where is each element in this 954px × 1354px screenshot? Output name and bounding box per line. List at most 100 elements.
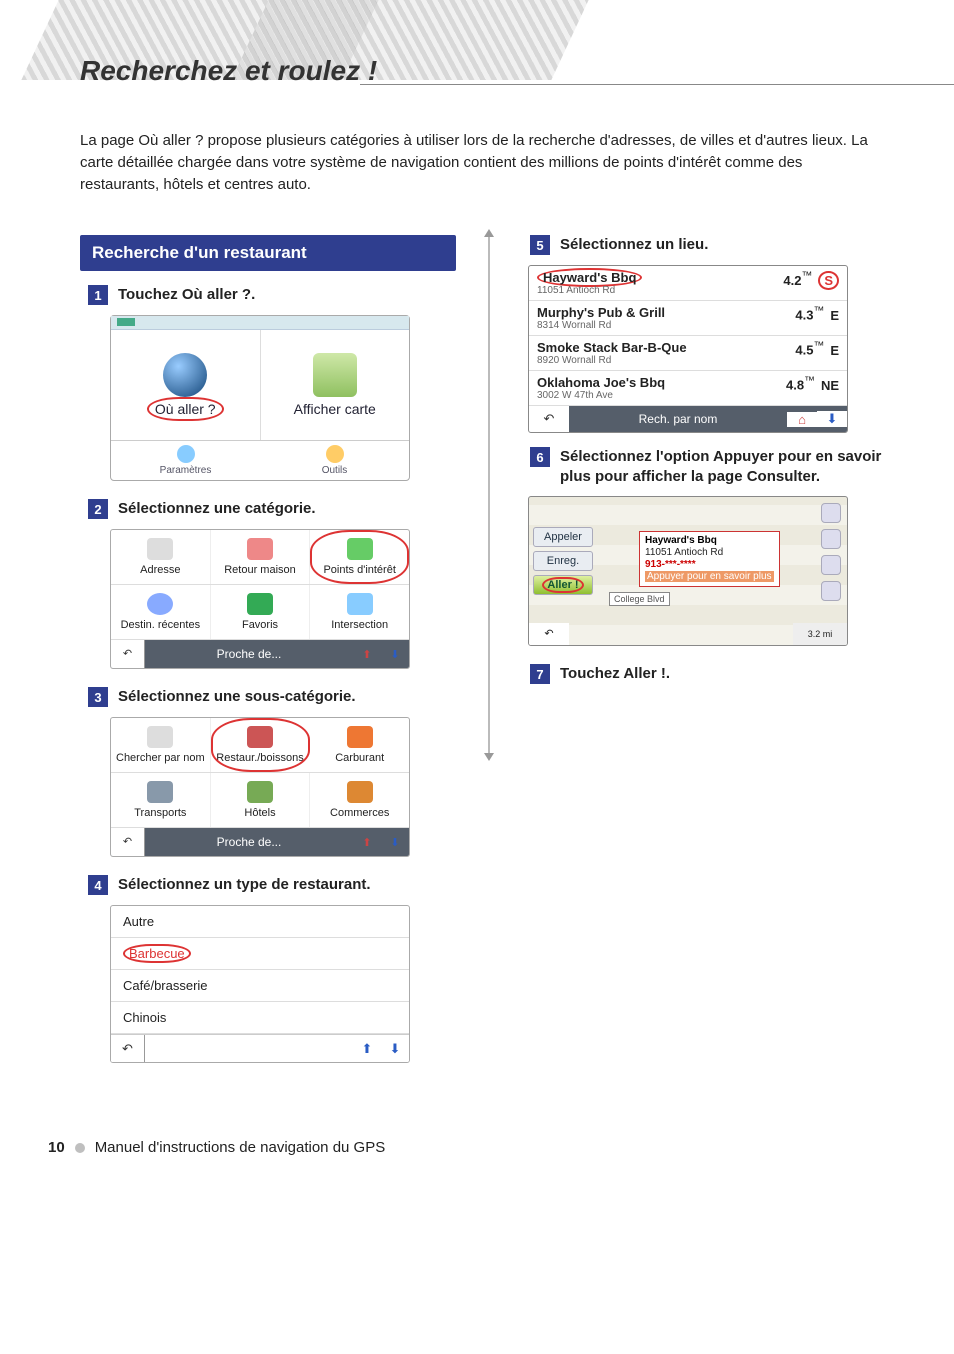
type-item[interactable]: Autre: [111, 906, 409, 938]
result-unit: ™: [814, 305, 825, 317]
step-number: 7: [530, 664, 550, 684]
title-rule: [360, 84, 954, 85]
subcat-hotels[interactable]: Hôtels: [211, 773, 311, 827]
view-map-button[interactable]: Afficher carte: [261, 330, 410, 440]
subcat-spell[interactable]: Chercher par nom: [111, 718, 211, 772]
subcat-shopping[interactable]: Commerces: [310, 773, 409, 827]
subcat-food[interactable]: Restaur./boissons: [211, 718, 311, 772]
back-button[interactable]: ↶: [529, 406, 569, 432]
toolbox-icon: [326, 445, 344, 463]
call-button[interactable]: Appeler: [533, 527, 593, 547]
callout-addr: 11051 Antioch Rd: [645, 547, 723, 558]
result-row[interactable]: Oklahoma Joe's Bbq3002 W 47th Ave 4.8™NE: [529, 371, 847, 406]
poi-icon: [347, 538, 373, 560]
result-name: Murphy's Pub & Grill: [537, 305, 665, 320]
zoom-icon[interactable]: [821, 503, 841, 523]
review-screen: Appeler Enreg. Aller ! Hayward's Bbq 110…: [528, 496, 848, 646]
scroll-up[interactable]: ⬆: [353, 1041, 381, 1057]
category-address[interactable]: Adresse: [111, 530, 211, 584]
clock-icon: [147, 593, 173, 615]
result-dist: 4.5: [795, 343, 813, 358]
keyboard-icon: [147, 726, 173, 748]
where-to-label: Où aller ?: [147, 397, 224, 421]
fuel-icon: [347, 726, 373, 748]
callout-more: Appuyer pour en savoir plus: [645, 571, 774, 582]
scroll-down[interactable]: ⬇: [381, 648, 409, 661]
label: Commerces: [330, 807, 389, 819]
step-number: 4: [88, 875, 108, 895]
page-number: 10: [48, 1139, 65, 1156]
settings-label: Paramètres: [160, 465, 212, 476]
label: Favoris: [242, 619, 278, 631]
result-dist: 4.3: [795, 308, 813, 323]
scroll-up[interactable]: ⌂: [787, 412, 817, 427]
map-callout[interactable]: Hayward's Bbq 11051 Antioch Rd 913-***-*…: [639, 531, 780, 587]
category-favorites[interactable]: Favoris: [211, 585, 311, 639]
label: Points d'intérêt: [323, 564, 395, 576]
result-row[interactable]: Smoke Stack Bar-B-Que8920 Wornall Rd 4.5…: [529, 336, 847, 371]
near-label[interactable]: Proche de...: [145, 647, 353, 661]
go-button[interactable]: Aller !: [533, 575, 593, 595]
callout-phone: 913-***-****: [645, 559, 696, 570]
result-row[interactable]: Hayward's Bbq11051 Antioch Rd 4.2™S: [529, 266, 847, 301]
where-to-button[interactable]: Où aller ?: [111, 330, 261, 440]
step-text: Sélectionnez l'option Appuyer pour en sa…: [560, 447, 898, 486]
subcat-transport[interactable]: Transports: [111, 773, 211, 827]
intro-paragraph: La page Où aller ? propose plusieurs cat…: [80, 130, 874, 195]
spacer: [569, 623, 793, 645]
step-6: 6 Sélectionnez l'option Appuyer pour en …: [530, 447, 898, 486]
category-go-home[interactable]: Retour maison: [211, 530, 311, 584]
page-title: Recherchez et roulez !: [80, 55, 377, 87]
search-by-name[interactable]: Rech. par nom: [569, 412, 787, 426]
type-item[interactable]: Café/brasserie: [111, 970, 409, 1002]
column-divider: [488, 235, 490, 755]
step-text: Sélectionnez un lieu.: [560, 235, 708, 255]
layers-icon[interactable]: [821, 581, 841, 601]
back-button[interactable]: ↶: [111, 640, 145, 668]
type-item[interactable]: Chinois: [111, 1002, 409, 1034]
columns: Recherche d'un restaurant 1 Touchez Où a…: [0, 235, 954, 1069]
signal-icon: [117, 318, 135, 326]
step-number: 1: [88, 285, 108, 305]
subcat-fuel[interactable]: Carburant: [310, 718, 409, 772]
scroll-up[interactable]: ⬆: [353, 648, 381, 661]
manual-title: Manuel d'instructions de navigation du G…: [95, 1139, 386, 1156]
near-label[interactable]: Proche de...: [145, 835, 353, 849]
info-icon[interactable]: [821, 529, 841, 549]
result-addr: 3002 W 47th Ave: [537, 390, 665, 401]
settings-button[interactable]: Paramètres: [111, 441, 260, 480]
tools-button[interactable]: Outils: [260, 441, 409, 480]
label: Barbecue: [123, 944, 191, 963]
result-dir: S: [818, 271, 839, 290]
left-column: Recherche d'un restaurant 1 Touchez Où a…: [80, 235, 456, 1069]
result-dist: 4.2: [783, 273, 801, 288]
label: Adresse: [140, 564, 180, 576]
scroll-up[interactable]: ⬆: [353, 836, 381, 849]
scroll-down[interactable]: ⬇: [381, 836, 409, 849]
tools-label: Outils: [322, 465, 348, 476]
label: Chercher par nom: [116, 752, 205, 764]
map-tool-icons: [821, 503, 843, 607]
category-screen: Adresse Retour maison Points d'intérêt D…: [110, 529, 410, 669]
scroll-down[interactable]: ⬇: [817, 411, 847, 427]
category-poi[interactable]: Points d'intérêt: [310, 530, 409, 584]
result-row[interactable]: Murphy's Pub & Grill8314 Wornall Rd 4.3™…: [529, 301, 847, 336]
restaurant-type-screen: Autre Barbecue Café/brasserie Chinois ↶ …: [110, 905, 410, 1063]
address-icon: [147, 538, 173, 560]
save-button[interactable]: Enreg.: [533, 551, 593, 571]
type-item-barbecue[interactable]: Barbecue: [111, 938, 409, 970]
scroll-down[interactable]: ⬇: [381, 1041, 409, 1057]
back-button[interactable]: ↶: [111, 828, 145, 856]
result-dir: NE: [821, 378, 839, 393]
page: Recherchez et roulez ! La page Où aller …: [0, 0, 954, 1186]
result-name: Smoke Stack Bar-B-Que: [537, 340, 687, 355]
home-icon: [247, 538, 273, 560]
status-bar: [111, 316, 409, 330]
back-button[interactable]: ↶: [111, 1035, 145, 1062]
category-recent[interactable]: Destin. récentes: [111, 585, 211, 639]
step-2: 2 Sélectionnez une catégorie.: [88, 499, 456, 519]
category-intersection[interactable]: Intersection: [310, 585, 409, 639]
target-icon[interactable]: [821, 555, 841, 575]
transport-icon: [147, 781, 173, 803]
back-button[interactable]: ↶: [529, 623, 569, 645]
